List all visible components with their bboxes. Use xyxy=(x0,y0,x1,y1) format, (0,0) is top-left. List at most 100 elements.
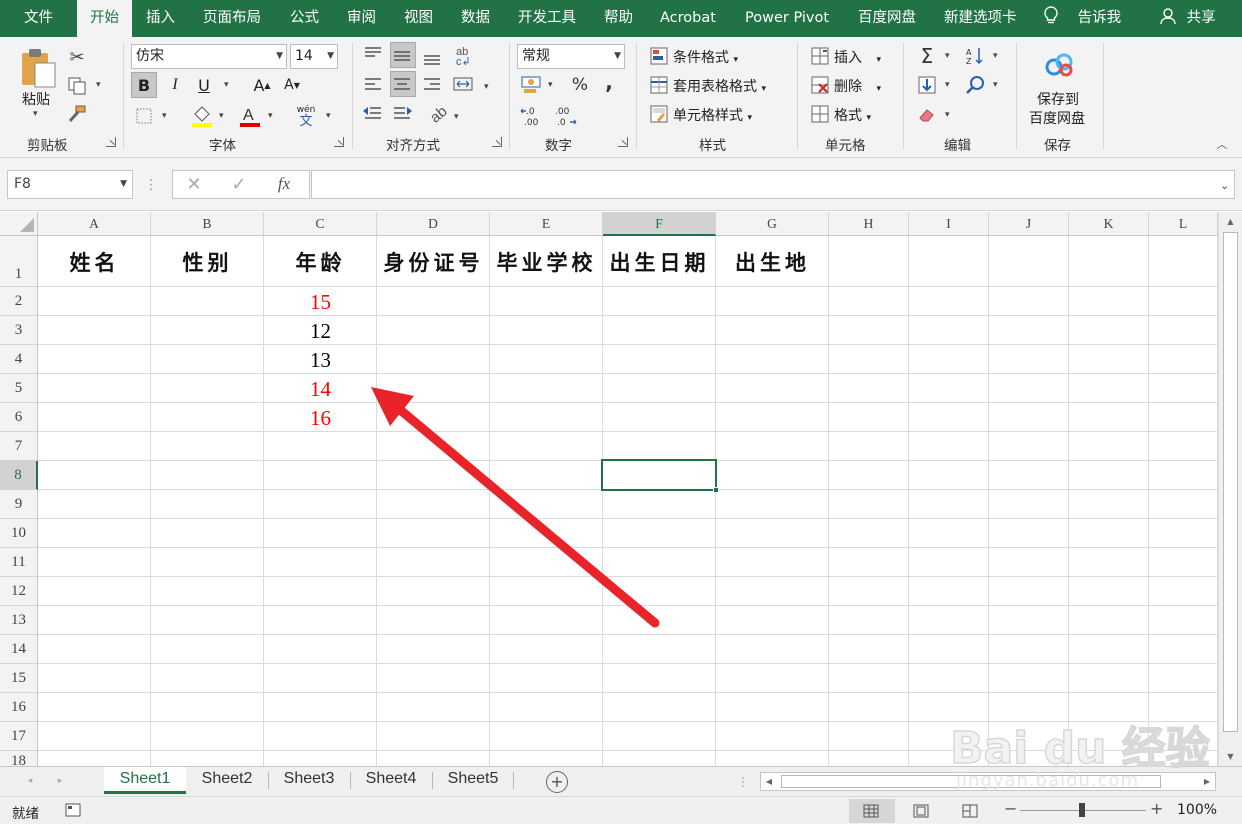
tab-baidu-netdisk[interactable]: 百度网盘 xyxy=(858,0,916,37)
cell-c3[interactable]: 12 xyxy=(264,316,377,345)
insert-function-button[interactable]: fx xyxy=(271,173,297,195)
baidu-netdisk-icon[interactable] xyxy=(1042,50,1078,80)
row-header-7[interactable]: 7 xyxy=(0,432,38,461)
cell-c2[interactable]: 15 xyxy=(264,287,377,316)
phonetic-guide-button[interactable]: wén 文 xyxy=(294,101,318,131)
share-button[interactable]: 共享 xyxy=(1160,0,1216,37)
cut-icon[interactable]: ✂ xyxy=(66,46,88,68)
row-header-3[interactable]: 3 xyxy=(0,316,38,345)
number-format-select[interactable]: 常规 ▼ xyxy=(517,44,625,69)
sheet-tab-1[interactable]: Sheet1 xyxy=(104,767,186,794)
cell-e1[interactable]: 毕业学校 xyxy=(490,248,603,278)
sort-filter-dropdown-icon[interactable]: ▾ xyxy=(993,51,998,61)
scroll-left-icon[interactable]: ◀ xyxy=(761,773,777,790)
tab-splitter-icon[interactable]: ⋮ xyxy=(737,773,749,791)
clear-icon[interactable] xyxy=(916,103,938,127)
row-header-12[interactable]: 12 xyxy=(0,577,38,606)
save-to-baidu-line2[interactable]: 百度网盘 xyxy=(1029,108,1085,128)
delete-cells-button[interactable]: 删除 ▾ xyxy=(834,76,881,96)
horizontal-scrollbar[interactable]: ◀ ▶ xyxy=(760,772,1216,791)
tab-power-pivot[interactable]: Power Pivot xyxy=(745,0,829,37)
row-header-13[interactable]: 13 xyxy=(0,606,38,635)
find-select-icon[interactable] xyxy=(964,73,986,97)
fill-color-dropdown-icon[interactable]: ▾ xyxy=(219,111,224,121)
font-family-select[interactable]: 仿宋 ▼ xyxy=(131,44,287,69)
insert-cells-button[interactable]: 插入 ▾ xyxy=(834,47,881,67)
sheet-tab-4[interactable]: Sheet4 xyxy=(352,767,430,794)
paste-dropdown-icon[interactable]: ▾ xyxy=(33,109,38,119)
row-header-15[interactable]: 15 xyxy=(0,664,38,693)
format-cells-icon[interactable] xyxy=(810,104,830,124)
conditional-format-icon[interactable] xyxy=(649,46,669,66)
selected-cell-f8[interactable] xyxy=(601,459,719,493)
borders-icon[interactable] xyxy=(133,105,155,127)
conditional-format-button[interactable]: 条件格式 ▾ xyxy=(673,47,738,67)
copy-icon[interactable] xyxy=(66,75,88,97)
cell-f1[interactable]: 出生日期 xyxy=(603,248,716,278)
decrease-decimal-icon[interactable]: .00.0 xyxy=(550,103,578,129)
cell-styles-icon[interactable] xyxy=(649,104,669,124)
column-header-j[interactable]: J xyxy=(989,212,1069,236)
tab-acrobat[interactable]: Acrobat xyxy=(660,0,716,37)
cell-c1[interactable]: 年龄 xyxy=(264,248,377,278)
select-all-corner[interactable] xyxy=(0,212,38,236)
row-header-1[interactable]: 1 xyxy=(0,236,38,287)
sheet-tab-5[interactable]: Sheet5 xyxy=(434,767,512,794)
percent-style-button[interactable]: % xyxy=(567,73,593,97)
underline-button[interactable]: U xyxy=(193,72,215,98)
column-header-i[interactable]: I xyxy=(909,212,989,236)
phonetic-dropdown-icon[interactable]: ▾ xyxy=(326,111,331,121)
format-as-table-button[interactable]: 套用表格格式 ▾ xyxy=(673,76,766,96)
format-as-table-icon[interactable] xyxy=(649,75,669,95)
alignment-launcher-icon[interactable] xyxy=(492,137,502,147)
column-header-l[interactable]: L xyxy=(1149,212,1218,236)
borders-dropdown-icon[interactable]: ▾ xyxy=(162,111,167,121)
fill-dropdown-icon[interactable]: ▾ xyxy=(945,80,950,90)
bold-button[interactable]: B xyxy=(131,72,157,98)
next-sheet-icon[interactable]: ▸ xyxy=(54,773,66,789)
tab-review[interactable]: 审阅 xyxy=(347,0,376,37)
column-header-b[interactable]: B xyxy=(151,212,264,236)
expand-formula-bar-icon[interactable]: ⌄ xyxy=(1220,179,1229,192)
tab-file[interactable]: 文件 xyxy=(24,0,53,37)
tab-developer[interactable]: 开发工具 xyxy=(518,0,576,37)
cell-d1[interactable]: 身份证号 xyxy=(377,248,490,278)
page-break-view-icon[interactable] xyxy=(960,802,980,820)
font-launcher-icon[interactable] xyxy=(334,137,344,147)
row-header-9[interactable]: 9 xyxy=(0,490,38,519)
shrink-font-button[interactable]: A ▼ xyxy=(281,72,303,98)
paste-button[interactable] xyxy=(16,46,60,90)
tab-home[interactable]: 开始 xyxy=(77,0,132,37)
tab-view[interactable]: 视图 xyxy=(404,0,433,37)
find-dropdown-icon[interactable]: ▾ xyxy=(993,80,998,90)
underline-dropdown-icon[interactable]: ▾ xyxy=(224,80,229,90)
tab-new-tab[interactable]: 新建选项卡 xyxy=(944,0,1017,37)
cell-c5[interactable]: 14 xyxy=(264,374,377,403)
cell-c6[interactable]: 16 xyxy=(264,403,377,432)
clear-dropdown-icon[interactable]: ▾ xyxy=(945,110,950,120)
cell-b1[interactable]: 性别 xyxy=(151,248,264,278)
column-header-a[interactable]: A xyxy=(38,212,151,236)
insert-cells-icon[interactable] xyxy=(810,46,830,66)
tab-formulas[interactable]: 公式 xyxy=(290,0,319,37)
autosum-icon[interactable]: Σ xyxy=(916,44,938,68)
normal-view-icon[interactable] xyxy=(861,802,881,820)
column-header-h[interactable]: H xyxy=(829,212,909,236)
alignment-icons[interactable]: ab c↲ ▾ ab ▾ xyxy=(360,43,510,133)
cancel-entry-icon[interactable]: ✕ xyxy=(183,173,205,195)
row-header-14[interactable]: 14 xyxy=(0,635,38,664)
italic-button[interactable]: I xyxy=(164,72,186,98)
column-header-c[interactable]: C xyxy=(264,212,377,236)
confirm-entry-icon[interactable]: ✓ xyxy=(228,173,250,195)
horizontal-scroll-thumb[interactable] xyxy=(781,775,1161,788)
fill-handle[interactable] xyxy=(713,487,719,493)
cell-c4[interactable]: 13 xyxy=(264,345,377,374)
font-size-select[interactable]: 14 ▼ xyxy=(290,44,338,69)
clipboard-launcher-icon[interactable] xyxy=(106,137,116,147)
tab-insert[interactable]: 插入 xyxy=(146,0,175,37)
column-header-f[interactable]: F xyxy=(603,212,716,236)
copy-dropdown-icon[interactable]: ▾ xyxy=(96,80,101,90)
font-color-icon[interactable]: A xyxy=(238,103,262,129)
fill-down-icon[interactable] xyxy=(916,73,938,97)
sort-filter-icon[interactable]: AZ xyxy=(964,44,986,68)
